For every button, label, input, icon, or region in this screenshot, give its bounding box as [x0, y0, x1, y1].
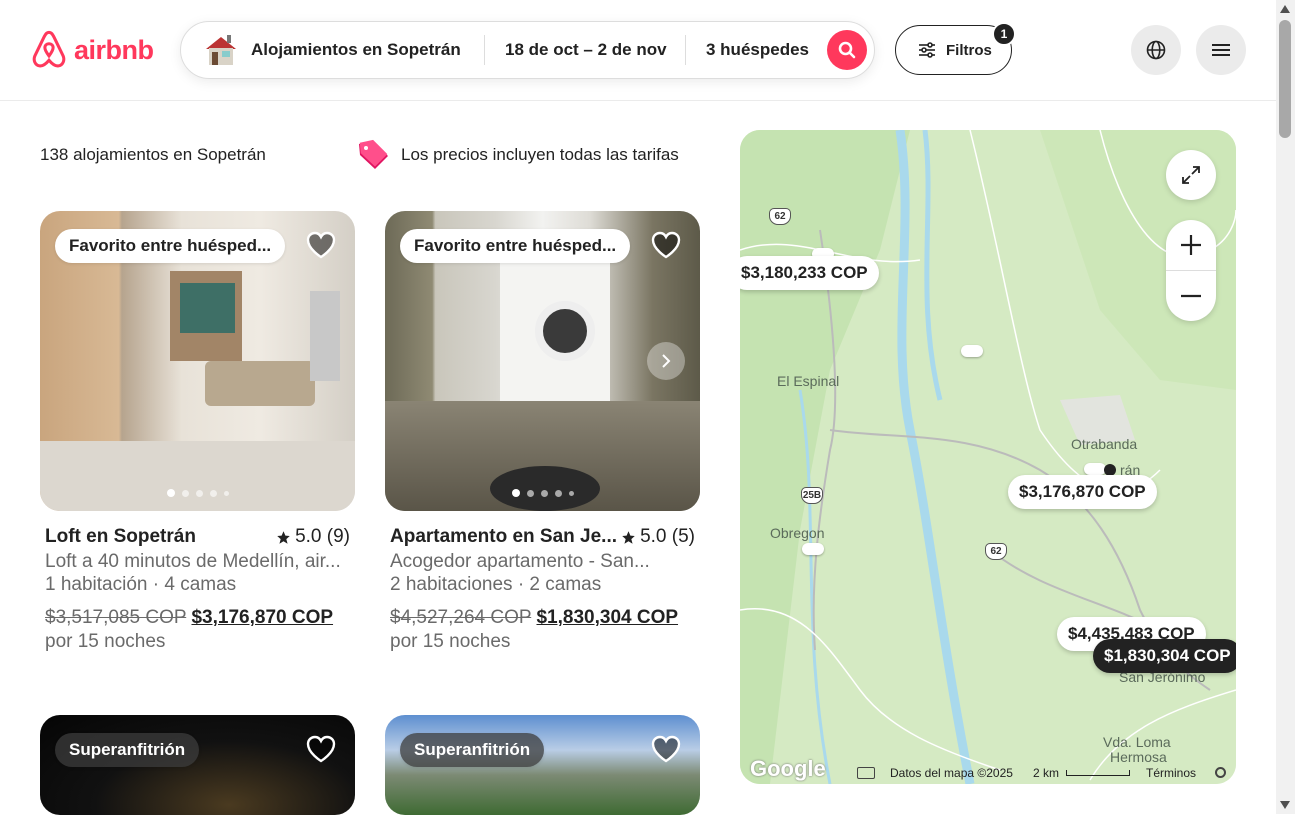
- listing-card[interactable]: Superanfitrión: [385, 715, 700, 815]
- listing-card[interactable]: Superanfitrión: [40, 715, 355, 815]
- globe-icon: [1146, 40, 1166, 60]
- superhost-badge: Superanfitrión: [400, 733, 545, 767]
- map-data-text: Datos del mapa ©2025: [890, 766, 1013, 780]
- zoom-controls: [1166, 220, 1216, 321]
- road-shield: 62: [985, 543, 1007, 560]
- airbnb-logo[interactable]: airbnb: [30, 30, 154, 70]
- map-marker[interactable]: [802, 543, 824, 555]
- search-icon: [838, 41, 856, 59]
- original-price: $3,517,085 COP: [45, 607, 187, 628]
- map-footer: Google Datos del mapa ©2025 2 km Término…: [740, 756, 1236, 784]
- map-price-pin[interactable]: $3,176,870 COP: [1008, 475, 1157, 509]
- expand-icon: [1182, 166, 1200, 184]
- listing-rating: 5.0 (9): [276, 526, 350, 548]
- map-marker[interactable]: [961, 345, 983, 357]
- expand-map-button[interactable]: [1166, 150, 1216, 200]
- search-location[interactable]: Alojamientos en Sopetrán: [181, 22, 484, 78]
- rating-text: 5.0 (5): [640, 526, 695, 547]
- zoom-out-button[interactable]: [1166, 271, 1216, 321]
- superhost-badge: Superanfitrión: [55, 733, 200, 767]
- listing-photo[interactable]: Favorito entre huésped...: [385, 211, 700, 511]
- listing-card[interactable]: Favorito entre huésped... Loft en Sopetr…: [40, 211, 355, 653]
- menu-button[interactable]: [1196, 25, 1246, 75]
- heart-icon[interactable]: [305, 229, 337, 261]
- price-notice: Los precios incluyen todas las tarifas: [355, 138, 679, 172]
- listing-nights: por 15 noches: [45, 631, 166, 652]
- listing-rating: 5.0 (5): [621, 526, 695, 548]
- discounted-price[interactable]: $1,830,304 COP: [536, 607, 678, 628]
- scrollbar-thumb[interactable]: [1279, 20, 1291, 138]
- menu-icon: [1212, 44, 1230, 56]
- photo-dots: [511, 489, 574, 497]
- map-scale-bar: [1066, 770, 1130, 776]
- plus-icon: [1181, 235, 1201, 255]
- map-place-label: Obregon: [770, 525, 825, 541]
- listing-details: 2 habitaciones · 2 camas: [390, 574, 602, 595]
- heart-icon[interactable]: [305, 733, 337, 765]
- search-guests[interactable]: 3 huéspedes: [686, 22, 826, 78]
- guest-favorite-badge: Favorito entre huésped...: [55, 229, 286, 263]
- listing-photo[interactable]: Superanfitrión: [40, 715, 355, 815]
- airbnb-logo-icon: [32, 30, 66, 68]
- zoom-in-button[interactable]: [1166, 220, 1216, 270]
- filters-label: Filtros: [946, 41, 992, 59]
- location-text: Alojamientos en Sopetrán: [251, 40, 461, 59]
- filters-count-badge: 1: [992, 22, 1016, 46]
- original-price: $4,527,264 COP: [390, 607, 532, 628]
- price-notice-text: Los precios incluyen todas las tarifas: [401, 145, 679, 164]
- minus-icon: [1181, 294, 1201, 298]
- listing-card[interactable]: Favorito entre huésped... Apartamento en…: [385, 211, 700, 653]
- page-scrollbar[interactable]: [1276, 0, 1295, 814]
- heart-icon[interactable]: [650, 733, 682, 765]
- listing-details: 1 habitación · 4 camas: [45, 574, 237, 595]
- map-price-pin-selected[interactable]: $1,830,304 COP: [1093, 639, 1236, 673]
- map-place-label: Vda. Loma: [1103, 734, 1171, 750]
- road-shield: 62: [769, 208, 791, 225]
- google-logo: Google: [750, 756, 826, 781]
- listing-subtitle: Loft a 40 minutos de Medellín, air...: [45, 551, 341, 572]
- map-terrain: [740, 130, 1236, 784]
- listing-price: $4,527,264 COP $1,830,304 COP: [385, 607, 700, 629]
- road-shield: 25B: [801, 487, 823, 504]
- listing-title: Loft en Sopetrán: [45, 526, 196, 547]
- header: airbnb Alojamientos en Sopetrán 18 de oc…: [0, 0, 1276, 101]
- filters-button[interactable]: Filtros 1: [895, 22, 1016, 75]
- scroll-up-icon[interactable]: [1280, 5, 1290, 13]
- map[interactable]: El Espinal Otrabanda rán Obregon San Jer…: [740, 130, 1236, 784]
- heart-icon[interactable]: [650, 229, 682, 261]
- chevron-right-icon: [662, 354, 671, 368]
- search-dates[interactable]: 18 de oct – 2 de nov: [485, 22, 685, 78]
- search-bar[interactable]: Alojamientos en Sopetrán 18 de oct – 2 d…: [180, 21, 875, 79]
- sliders-icon: [919, 42, 935, 58]
- next-photo-button[interactable]: [647, 342, 685, 380]
- map-terms-link[interactable]: Términos: [1146, 766, 1196, 780]
- map-price-pin[interactable]: $3,180,233 COP: [740, 256, 879, 290]
- listing-photo[interactable]: Favorito entre huésped...: [40, 211, 355, 511]
- keyboard-icon[interactable]: [857, 767, 875, 779]
- listing-title: Apartamento en San Je...: [390, 526, 618, 547]
- listing-price: $3,517,085 COP $3,176,870 COP: [40, 607, 355, 629]
- brand-name: airbnb: [74, 34, 154, 65]
- price-tag-icon: [359, 139, 388, 169]
- photo-dots: [166, 489, 229, 497]
- map-place-label: Otrabanda: [1071, 436, 1138, 452]
- discounted-price[interactable]: $3,176,870 COP: [191, 607, 333, 628]
- guest-favorite-badge: Favorito entre huésped...: [400, 229, 631, 263]
- listing-subtitle: Acogedor apartamento - San...: [390, 551, 650, 572]
- listing-photo[interactable]: Superanfitrión: [385, 715, 700, 815]
- map-place-label: El Espinal: [777, 373, 840, 389]
- star-icon: [277, 530, 290, 544]
- house-icon: [203, 33, 239, 67]
- star-icon: [622, 530, 635, 544]
- map-marker[interactable]: [1084, 463, 1106, 475]
- results-count: 138 alojamientos en Sopetrán: [40, 145, 266, 164]
- scroll-down-icon[interactable]: [1280, 801, 1290, 809]
- search-button[interactable]: [827, 30, 867, 70]
- report-icon[interactable]: [1215, 767, 1226, 778]
- rating-text: 5.0 (9): [295, 526, 350, 547]
- listing-nights: por 15 noches: [390, 631, 511, 652]
- language-button[interactable]: [1131, 25, 1181, 75]
- map-scale-label: 2 km: [1033, 766, 1060, 780]
